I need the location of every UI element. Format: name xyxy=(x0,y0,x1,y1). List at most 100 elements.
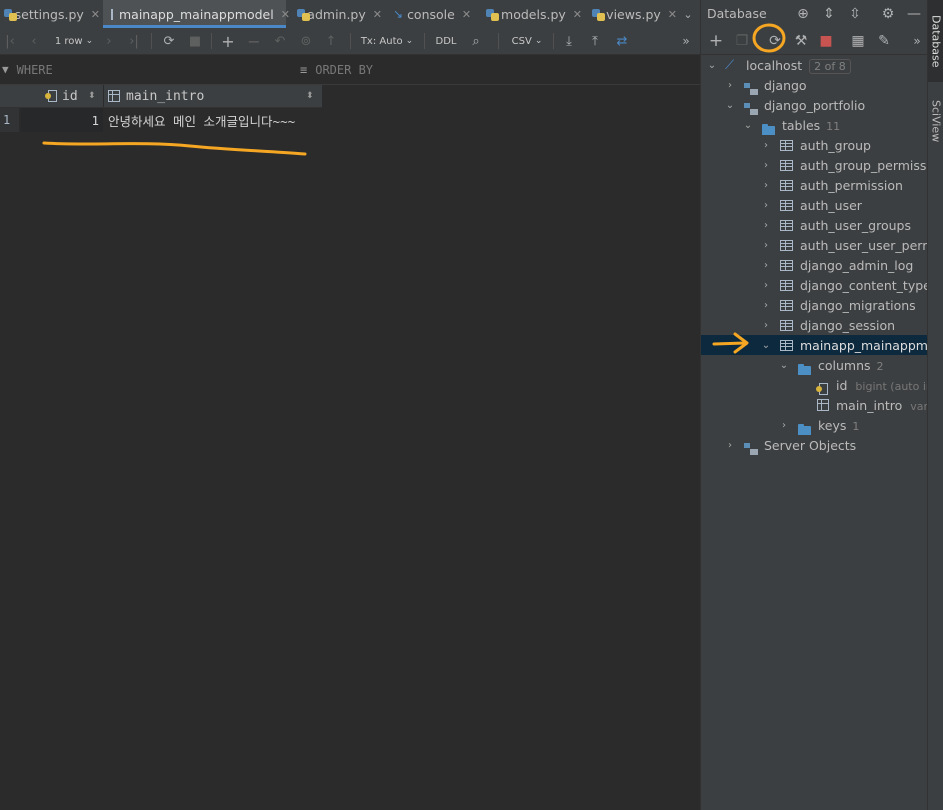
search-icon[interactable]: ⌕ xyxy=(466,28,486,54)
tab-list-dropdown[interactable]: ⌄ xyxy=(680,0,696,28)
table-view-icon[interactable]: ▦ xyxy=(849,27,867,54)
tree-item-label: auth_user_groups xyxy=(800,217,911,233)
collapse-all-icon[interactable]: ⇳ xyxy=(846,0,864,27)
console-icon: ↘ xyxy=(393,7,404,21)
tree-item-django[interactable]: › django xyxy=(701,75,928,95)
minimize-icon[interactable]: — xyxy=(905,0,923,27)
ddl-button[interactable]: DDL xyxy=(432,28,460,54)
column-icon xyxy=(817,399,829,411)
tab-views-py[interactable]: views.py ✕ xyxy=(592,0,677,28)
tree-item-django-portfolio[interactable]: ⌄ django_portfolio xyxy=(701,95,928,115)
datasource-icon: ⟋ xyxy=(725,57,735,73)
tree-item-label: django xyxy=(764,77,807,93)
export-format-dropdown[interactable]: CSV ⌄ xyxy=(508,28,546,54)
tree-item-table[interactable]: › auth_group xyxy=(701,135,928,155)
stop-icon[interactable]: ■ xyxy=(186,28,204,54)
first-page-icon[interactable]: |‹ xyxy=(2,28,18,54)
tree-item-label-wrap: keys 1 xyxy=(818,418,859,433)
reload-icon[interactable]: ⟳ xyxy=(160,28,178,54)
tab-admin-py[interactable]: admin.py ✕ xyxy=(297,0,382,28)
chevron-right-icon: › xyxy=(728,79,732,91)
chevron-down-icon: ⌄ xyxy=(779,359,789,371)
chevron-down-icon: ⌄ xyxy=(85,36,94,46)
chevron-right-icon: › xyxy=(764,279,768,291)
cell-main-intro[interactable]: 안녕하세요 메인 소개글입니다~~~ xyxy=(108,108,322,132)
download-icon[interactable]: ⤓ xyxy=(560,28,578,54)
tree-item-column[interactable]: main_intro varch xyxy=(701,395,928,415)
tree-item-keys[interactable]: › keys 1 xyxy=(701,415,928,435)
tree-item-server-objects[interactable]: › Server Objects xyxy=(701,435,928,455)
tree-item-column[interactable]: id bigint (auto in xyxy=(701,375,928,395)
tab-models-py[interactable]: models.py ✕ xyxy=(486,0,582,28)
separator xyxy=(151,33,152,49)
database-toolbar: + ❐ ⟳ ⚒ ■ ▦ ✎ » xyxy=(701,27,928,55)
expand-all-icon[interactable]: ⇕ xyxy=(820,0,838,27)
side-tab-label: Database xyxy=(929,14,943,68)
tab-console[interactable]: ↘ console ✕ xyxy=(393,0,475,28)
tree-item-table[interactable]: › django_admin_log xyxy=(701,255,928,275)
folder-icon xyxy=(798,364,811,375)
tab-settings-py[interactable]: settings.py ✕ xyxy=(4,0,100,28)
tree-item-table[interactable]: › auth_user_groups xyxy=(701,215,928,235)
cell-id[interactable]: 1 xyxy=(21,108,103,132)
refresh-icon[interactable]: ⟳ xyxy=(765,27,785,54)
tree-item-columns[interactable]: ⌄ columns 2 xyxy=(701,355,928,375)
table-icon xyxy=(780,160,793,171)
editor-tab-bar: settings.py ✕ mainapp_mainappmodel ✕ adm… xyxy=(0,0,700,29)
close-icon[interactable]: ✕ xyxy=(462,8,471,21)
next-page-icon[interactable]: › xyxy=(101,28,117,54)
side-tab-label: SciView xyxy=(929,99,943,143)
tree-item-table[interactable]: › django_migrations xyxy=(701,295,928,315)
tree-item-table[interactable]: › django_session xyxy=(701,315,928,335)
compare-icon[interactable]: ⇄ xyxy=(612,28,632,54)
sort-arrows-icon[interactable]: ⬍ xyxy=(88,85,98,107)
primary-key-icon xyxy=(45,90,57,102)
gear-icon[interactable]: ⚙ xyxy=(879,0,897,27)
previous-page-icon[interactable]: ‹ xyxy=(26,28,42,54)
table-row[interactable]: 1 1 안녕하세요 메인 소개글입니다~~~ xyxy=(0,108,322,132)
edit-icon[interactable]: ✎ xyxy=(875,27,893,54)
side-tab-database[interactable]: Database xyxy=(928,0,943,82)
tree-item-table[interactable]: › auth_user_user_permissi xyxy=(701,235,928,255)
tree-item-table-selected[interactable]: ⌄ mainapp_mainappmode xyxy=(701,335,928,355)
properties-icon[interactable]: ⚒ xyxy=(791,27,811,54)
upload-icon[interactable]: ⤒ xyxy=(586,28,604,54)
submit-icon[interactable]: ↑ xyxy=(322,28,340,54)
tree-item-localhost[interactable]: ⌄ ⟋ localhost 2 of 8 xyxy=(701,55,928,75)
side-tab-sciview[interactable]: SciView xyxy=(928,90,943,152)
tree-item-table[interactable]: › auth_group_permissions xyxy=(701,155,928,175)
close-icon[interactable]: ✕ xyxy=(573,8,582,21)
tree-item-table[interactable]: › django_content_type xyxy=(701,275,928,295)
delete-row-icon[interactable]: − xyxy=(245,28,263,54)
sort-arrows-icon[interactable]: ⬍ xyxy=(306,85,316,107)
chevron-down-icon: ⌄ xyxy=(534,36,543,46)
column-type: varch xyxy=(910,399,928,413)
python-file-icon xyxy=(486,8,500,21)
tree-item-table[interactable]: › auth_permission xyxy=(701,175,928,195)
add-row-icon[interactable]: + xyxy=(219,28,237,54)
table-icon xyxy=(780,340,793,351)
disconnect-icon[interactable]: ■ xyxy=(817,27,835,54)
add-icon[interactable]: + xyxy=(707,27,725,54)
more-actions-icon[interactable]: » xyxy=(909,27,925,54)
column-header-main-intro[interactable]: main_intro xyxy=(108,85,308,107)
order-by-filter[interactable]: ≡ ORDER BY xyxy=(300,55,373,84)
last-page-icon[interactable]: ›| xyxy=(125,28,143,54)
close-icon[interactable]: ✕ xyxy=(668,8,677,21)
tree-item-tables[interactable]: ⌄ tables 11 xyxy=(701,115,928,135)
revert-icon[interactable]: ↶ xyxy=(271,28,289,54)
close-icon[interactable]: ✕ xyxy=(91,8,100,21)
transaction-mode-dropdown[interactable]: Tx: Auto ⌄ xyxy=(358,28,416,54)
tab-mainapp-mainappmodel[interactable]: mainapp_mainappmodel ✕ xyxy=(103,0,290,28)
database-panel: Database ⊕ ⇕ ⇳ ⚙ — + ❐ ⟳ ⚒ ■ ▦ ✎ » ⌄ ⟋ l… xyxy=(700,0,928,810)
copy-icon[interactable]: ❐ xyxy=(733,27,751,54)
tree-item-table[interactable]: › auth_user xyxy=(701,195,928,215)
chevron-down-icon: ⌄ xyxy=(761,339,771,351)
more-actions-icon[interactable]: » xyxy=(678,28,694,54)
close-icon[interactable]: ✕ xyxy=(373,8,382,21)
close-icon[interactable]: ✕ xyxy=(281,8,290,21)
row-count-dropdown[interactable]: 1 row ⌄ xyxy=(50,28,98,54)
view-changes-icon[interactable]: ⊚ xyxy=(297,28,315,54)
where-filter[interactable]: ▼ WHERE xyxy=(2,55,53,84)
crosshair-icon[interactable]: ⊕ xyxy=(794,0,812,27)
